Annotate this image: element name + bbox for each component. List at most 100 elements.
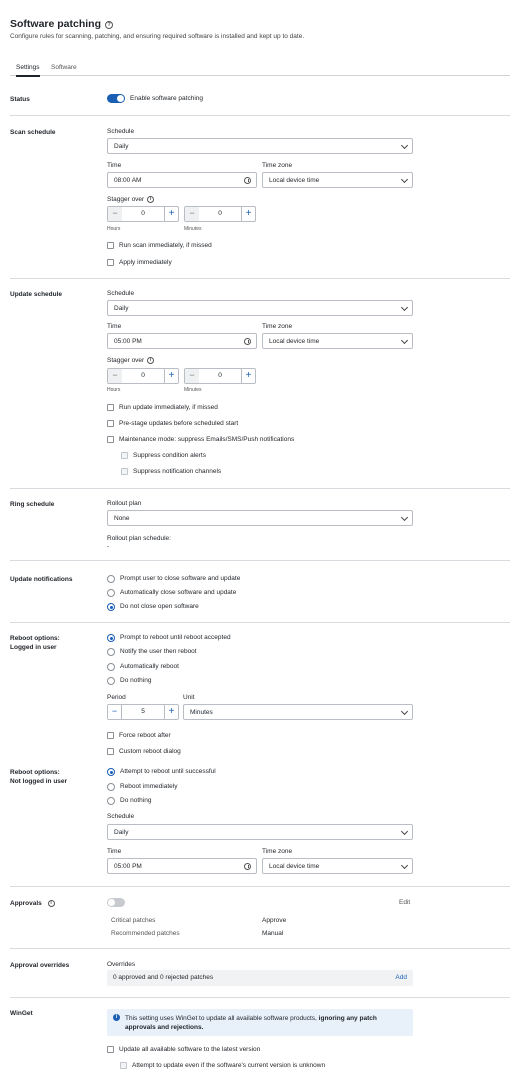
maintenance-checkbox[interactable]: [107, 436, 114, 443]
nl-time-input[interactable]: 05:00 PM: [107, 858, 257, 874]
scan-minutes-stepper[interactable]: −0 +: [184, 206, 256, 222]
apply-immediately-label: Apply immediately: [119, 259, 172, 266]
reboot-nl-radio-immediate[interactable]: [107, 783, 115, 791]
winget-update-checkbox[interactable]: [107, 1046, 114, 1053]
approval-row-value: Approve: [262, 917, 287, 924]
nl-tz-select[interactable]: Local device time: [262, 858, 413, 874]
scan-time-label: Time: [107, 162, 122, 169]
force-reboot-label: Force reboot after: [119, 732, 171, 739]
update-tz-label: Time zone: [262, 323, 293, 330]
notif-radio-prompt[interactable]: [107, 575, 115, 583]
divider: [10, 948, 510, 949]
prestage-checkbox[interactable]: [107, 420, 114, 427]
minus-icon[interactable]: −: [185, 207, 199, 221]
enable-patching-toggle[interactable]: [107, 94, 125, 103]
chevron-down-icon: [400, 303, 409, 312]
update-schedule-label: Update schedule: [10, 291, 63, 298]
chevron-down-icon: [400, 827, 409, 836]
update-minutes-stepper[interactable]: −0 +: [184, 368, 256, 384]
divider: [10, 278, 510, 279]
apply-immediately-checkbox[interactable]: [107, 259, 114, 266]
reboot-nl-radio-attempt[interactable]: [107, 768, 115, 776]
reboot-nl-option-label: Attempt to reboot until successful: [120, 768, 216, 775]
update-hours-stepper[interactable]: −0 +: [107, 368, 179, 384]
scan-time-input[interactable]: 08:00 AM: [107, 172, 257, 188]
plus-icon[interactable]: +: [241, 369, 255, 383]
winget-unknown-label: Attempt to update even if the software's…: [132, 1062, 326, 1069]
update-schedule-select[interactable]: Daily: [107, 300, 413, 316]
nl-tz-label: Time zone: [262, 848, 293, 855]
divider: [10, 488, 510, 489]
status-label: Status: [10, 96, 30, 103]
notif-radio-auto[interactable]: [107, 589, 115, 597]
notif-radio-donotclose[interactable]: [107, 603, 115, 611]
update-stagger-label: Stagger over i: [107, 357, 155, 364]
rollout-schedule-value: -: [107, 543, 110, 550]
reboot-nl-radio-nothing[interactable]: [107, 797, 115, 805]
divider: [10, 115, 510, 116]
reboot-radio-notify[interactable]: [107, 648, 115, 656]
unit-select[interactable]: Minutes: [183, 704, 413, 720]
run-scan-checkbox[interactable]: [107, 242, 114, 249]
approval-row-value: Manual: [262, 930, 284, 937]
suppress-channels-checkbox[interactable]: [121, 468, 128, 475]
force-reboot-checkbox[interactable]: [107, 732, 114, 739]
update-time-label: Time: [107, 323, 122, 330]
page-title: Software patching?: [10, 18, 114, 30]
minus-icon[interactable]: −: [108, 369, 122, 383]
hours-caption: Hours: [107, 387, 121, 393]
suppress-alerts-checkbox[interactable]: [121, 452, 128, 459]
reboot-nl-option-label: Reboot immediately: [120, 783, 178, 790]
tab-software[interactable]: Software: [51, 64, 77, 71]
period-stepper[interactable]: −5 +: [107, 704, 179, 720]
scan-hours-stepper[interactable]: −0 +: [107, 206, 179, 222]
clock-icon: [244, 177, 251, 184]
update-time-input[interactable]: 05:00 PM: [107, 333, 257, 349]
tab-settings[interactable]: Settings: [16, 64, 40, 77]
run-update-label: Run update immediately, if missed: [119, 404, 218, 411]
reboot-option-label: Do nothing: [120, 677, 152, 684]
info-icon[interactable]: i: [147, 357, 155, 364]
minutes-caption: Minutes: [184, 226, 202, 232]
run-update-checkbox[interactable]: [107, 404, 114, 411]
plus-icon[interactable]: +: [164, 705, 178, 719]
update-schedule-field-label: Schedule: [107, 290, 135, 297]
nl-schedule-select[interactable]: Daily: [107, 824, 413, 840]
plus-icon[interactable]: +: [241, 207, 255, 221]
approvals-label: Approvals i: [10, 899, 55, 908]
overrides-value: 0 approved and 0 rejected patches: [113, 974, 214, 981]
notif-option-label: Prompt user to close software and update: [120, 575, 241, 582]
plus-icon[interactable]: +: [164, 207, 178, 221]
scan-schedule-select[interactable]: Daily: [107, 138, 413, 154]
minus-icon[interactable]: −: [108, 207, 122, 221]
approvals-toggle[interactable]: [107, 898, 125, 907]
overrides-add-link[interactable]: Add: [395, 974, 407, 981]
ring-schedule-label: Ring schedule: [10, 501, 55, 508]
custom-dialog-checkbox[interactable]: [107, 748, 114, 755]
help-icon[interactable]: ?: [105, 21, 114, 29]
minus-icon[interactable]: −: [185, 369, 199, 383]
maintenance-label: Maintenance mode: suppress Emails/SMS/Pu…: [119, 436, 295, 443]
nl-schedule-label: Schedule: [107, 813, 135, 820]
info-icon[interactable]: i: [147, 196, 155, 203]
rollout-plan-select[interactable]: None: [107, 510, 413, 526]
reboot-option-label: Notify the user then reboot: [120, 648, 197, 655]
info-icon[interactable]: i: [47, 900, 55, 907]
scan-tz-select[interactable]: Local device time: [262, 172, 413, 188]
minutes-caption: Minutes: [184, 387, 202, 393]
reboot-radio-auto[interactable]: [107, 663, 115, 671]
minus-icon[interactable]: −: [108, 705, 122, 719]
update-tz-select[interactable]: Local device time: [262, 333, 413, 349]
chevron-down-icon: [400, 861, 409, 870]
chevron-down-icon: [400, 513, 409, 522]
rollout-schedule-label: Rollout plan schedule:: [107, 535, 171, 542]
divider: [10, 886, 510, 887]
winget-unknown-checkbox[interactable]: [120, 1062, 127, 1069]
reboot-radio-prompt[interactable]: [107, 634, 115, 642]
plus-icon[interactable]: +: [164, 369, 178, 383]
scan-tz-label: Time zone: [262, 162, 293, 169]
reboot-radio-nothing[interactable]: [107, 677, 115, 685]
page-subtitle: Configure rules for scanning, patching, …: [10, 33, 305, 40]
approvals-edit-link[interactable]: Edit: [399, 899, 410, 906]
update-notifications-label: Update notifications: [10, 576, 73, 583]
